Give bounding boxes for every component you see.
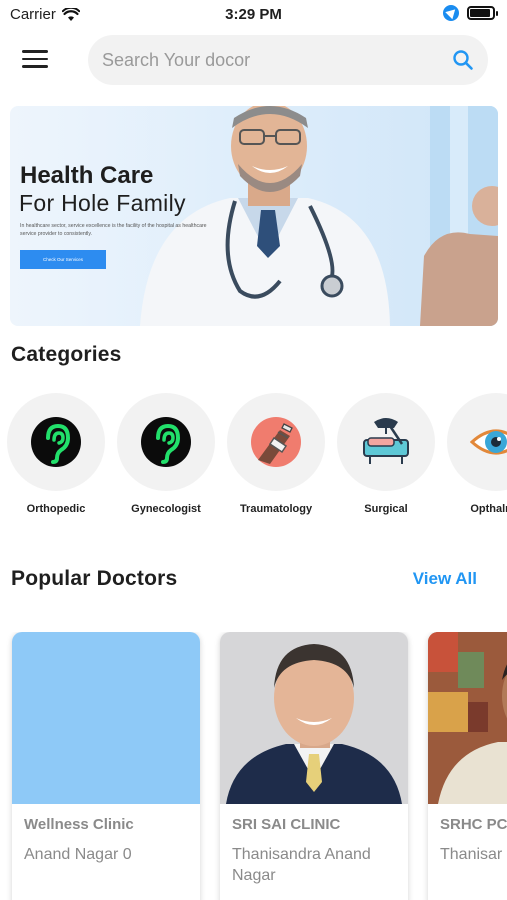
category-icon-circle <box>117 393 215 491</box>
doctor-address: Anand Nagar 0 <box>24 846 132 863</box>
search-input[interactable] <box>102 35 442 85</box>
status-bar: Carrier 3:29 PM <box>0 0 507 30</box>
doctor-name: SRHC PC <box>440 816 507 833</box>
category-icon-circle <box>7 393 105 491</box>
menu-button[interactable] <box>22 50 48 70</box>
category-label: Opthalmo <box>470 503 507 515</box>
doctor-address: Thanisandra Anand Nagar <box>232 846 371 884</box>
location-arrow-icon <box>443 5 459 21</box>
menu-bar <box>22 50 48 53</box>
ear-icon <box>141 417 191 467</box>
battery-icon <box>467 6 498 20</box>
check-services-button[interactable]: Check Our Services <box>20 250 106 269</box>
doctor-name: Wellness Clinic <box>24 816 134 833</box>
doctor-card[interactable]: Wellness Clinic Anand Nagar 0 <box>12 632 200 900</box>
search-bar <box>88 35 488 85</box>
ear-icon <box>31 417 81 467</box>
status-time: 3:29 PM <box>225 6 282 23</box>
category-label: Orthopedic <box>26 503 86 515</box>
doctor-name: SRI SAI CLINIC <box>232 816 341 833</box>
doctor-address: Thanisar <box>440 846 503 863</box>
banner-title: Health Care <box>20 162 154 189</box>
category-label: Traumatology <box>239 503 313 515</box>
status-right <box>443 5 498 21</box>
view-all-link[interactable]: View All <box>413 569 477 589</box>
banner-description: In healthcare sector, service excellence… <box>20 223 207 237</box>
category-surgical[interactable]: Surgical <box>334 393 438 515</box>
doctor-photo-placeholder <box>12 632 200 804</box>
category-icon-circle <box>447 393 507 491</box>
category-icon-circle <box>227 393 325 491</box>
category-icon-circle <box>337 393 435 491</box>
banner-subtitle: For Hole Family <box>19 190 186 216</box>
category-gynecologist[interactable]: Gynecologist <box>114 393 218 515</box>
hero-banner[interactable]: Health Care For Hole Family In healthcar… <box>10 106 498 326</box>
category-label: Surgical <box>364 503 408 515</box>
categories-list[interactable]: Orthopedic Gynecologist Traumatology Sur… <box>0 393 507 523</box>
categories-title: Categories <box>11 343 122 366</box>
category-opthalmo[interactable]: Opthalmo <box>444 393 507 515</box>
doctors-list[interactable]: Wellness Clinic Anand Nagar 0 SRI SAI CL… <box>0 632 507 900</box>
doctor-photo <box>428 632 507 804</box>
menu-bar <box>22 57 48 60</box>
menu-bar <box>22 65 48 68</box>
search-icon[interactable] <box>452 49 474 71</box>
popular-doctors-title: Popular Doctors <box>11 567 178 590</box>
doctor-photo <box>220 632 408 804</box>
doctor-card[interactable]: SRI SAI CLINIC Thanisandra Anand Nagar <box>220 632 408 900</box>
doctor-card[interactable]: SRHC PC Thanisar <box>428 632 507 900</box>
category-traumatology[interactable]: Traumatology <box>224 393 328 515</box>
surgery-icon <box>363 418 409 464</box>
eye-icon <box>470 429 507 455</box>
category-label: Gynecologist <box>131 503 201 515</box>
bandaged-arm-icon <box>251 417 301 467</box>
category-orthopedic[interactable]: Orthopedic <box>4 393 108 515</box>
